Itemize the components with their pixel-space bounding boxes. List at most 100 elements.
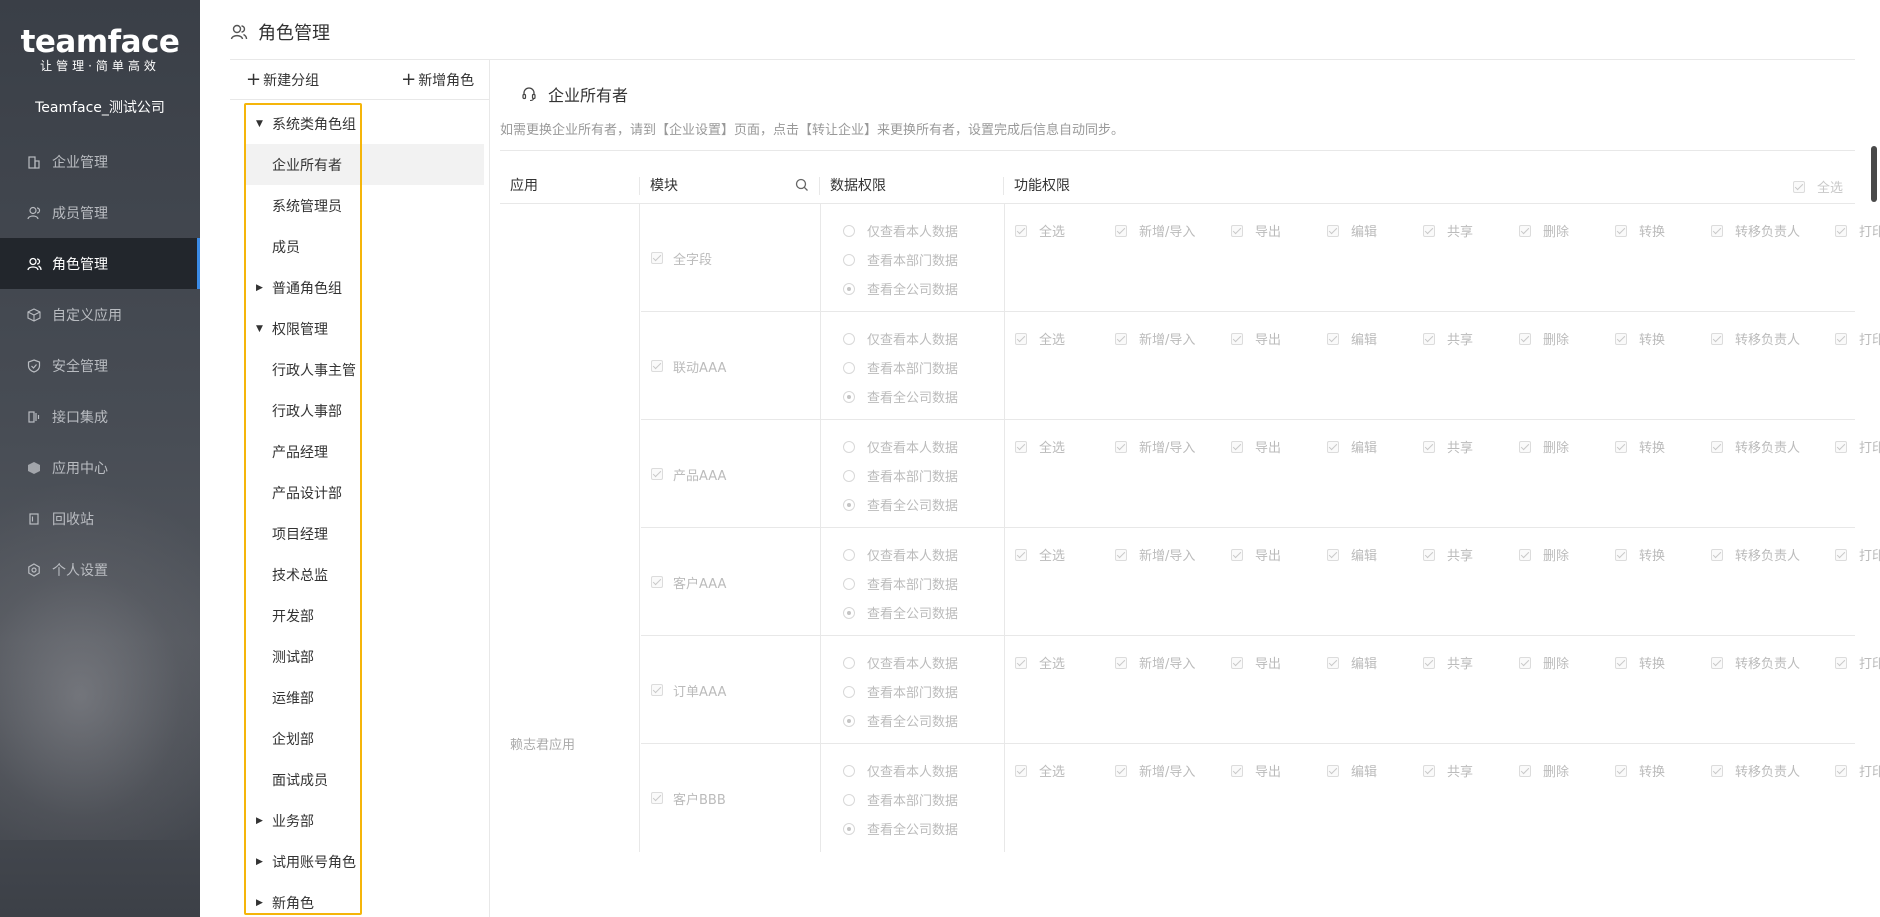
module-checkbox[interactable]	[651, 792, 663, 804]
func-permission-option[interactable]: 导出	[1231, 653, 1305, 672]
data-permission-option[interactable]: 查看本部门数据	[843, 569, 1004, 598]
func-permission-option[interactable]: 打印	[1835, 329, 1880, 348]
checkbox[interactable]	[1835, 764, 1847, 777]
checkbox[interactable]	[1231, 656, 1243, 669]
func-permission-option[interactable]: 导出	[1231, 437, 1305, 456]
new-role-button[interactable]: + 新增角色	[401, 70, 474, 90]
data-permission-option[interactable]: 仅查看本人数据	[843, 432, 1004, 461]
checkbox[interactable]	[1519, 548, 1531, 561]
radio-button[interactable]	[843, 577, 855, 590]
func-permission-option[interactable]: 打印	[1835, 761, 1880, 780]
func-permission-option[interactable]: 转移负责人	[1711, 329, 1813, 348]
checkbox[interactable]	[1615, 656, 1627, 669]
checkbox[interactable]	[1115, 332, 1127, 345]
caret-right-icon[interactable]: ▶	[256, 857, 272, 867]
data-permission-option[interactable]: 仅查看本人数据	[843, 324, 1004, 353]
func-permission-option[interactable]: 共享	[1423, 653, 1497, 672]
checkbox[interactable]	[1615, 332, 1627, 345]
func-permission-option[interactable]: 打印	[1835, 437, 1880, 456]
func-permission-option[interactable]: 打印	[1835, 545, 1880, 564]
caret-down-icon[interactable]: ▼	[256, 324, 272, 334]
tree-role[interactable]: 行政人事主管	[244, 349, 484, 390]
tree-role[interactable]: 产品设计部	[244, 472, 484, 513]
checkbox[interactable]	[1015, 548, 1027, 561]
tree-role[interactable]: 系统管理员	[244, 185, 484, 226]
checkbox[interactable]	[1423, 764, 1435, 777]
radio-button[interactable]	[843, 390, 855, 403]
func-permission-option[interactable]: 导出	[1231, 545, 1305, 564]
func-permission-option[interactable]: 新增/导入	[1115, 221, 1209, 240]
radio-button[interactable]	[843, 548, 855, 561]
select-all-toggle[interactable]: 全选	[1792, 177, 1843, 196]
checkbox[interactable]	[1711, 656, 1723, 669]
checkbox[interactable]	[1423, 332, 1435, 345]
checkbox[interactable]	[1231, 332, 1243, 345]
select-all-checkbox[interactable]	[1792, 180, 1805, 193]
func-permission-option[interactable]: 编辑	[1327, 653, 1401, 672]
func-permission-option[interactable]: 全选	[1015, 329, 1093, 348]
func-permission-option[interactable]: 新增/导入	[1115, 653, 1209, 672]
tree-role[interactable]: 产品经理	[244, 431, 484, 472]
checkbox[interactable]	[1327, 548, 1339, 561]
checkbox[interactable]	[1615, 764, 1627, 777]
sidebar-item-1[interactable]: 成员管理	[0, 187, 200, 238]
checkbox[interactable]	[1835, 224, 1847, 237]
checkbox[interactable]	[1519, 440, 1531, 453]
sidebar-item-2[interactable]: 角色管理	[0, 238, 200, 289]
checkbox[interactable]	[1327, 440, 1339, 453]
tree-role[interactable]: 企划部	[244, 718, 484, 759]
radio-button[interactable]	[843, 440, 855, 453]
func-permission-option[interactable]: 共享	[1423, 437, 1497, 456]
checkbox[interactable]	[1519, 764, 1531, 777]
checkbox[interactable]	[1115, 224, 1127, 237]
sidebar-item-4[interactable]: 安全管理	[0, 340, 200, 391]
radio-button[interactable]	[843, 282, 855, 295]
tree-group[interactable]: ▼ 系统类角色组	[244, 103, 484, 144]
checkbox[interactable]	[1115, 656, 1127, 669]
module-checkbox[interactable]	[651, 252, 663, 264]
checkbox[interactable]	[1231, 548, 1243, 561]
func-permission-option[interactable]: 全选	[1015, 545, 1093, 564]
checkbox[interactable]	[1835, 332, 1847, 345]
checkbox[interactable]	[1711, 440, 1723, 453]
tree-group[interactable]: ▶ 业务部	[244, 800, 484, 841]
sidebar-item-3[interactable]: 自定义应用	[0, 289, 200, 340]
tree-group[interactable]: ▶ 新角色	[244, 882, 484, 917]
checkbox[interactable]	[1615, 548, 1627, 561]
tree-role[interactable]: 行政人事部	[244, 390, 484, 431]
data-permission-option[interactable]: 查看全公司数据	[843, 274, 1004, 303]
func-permission-option[interactable]: 全选	[1015, 761, 1093, 780]
module-checkbox[interactable]	[651, 576, 663, 588]
checkbox[interactable]	[1115, 548, 1127, 561]
checkbox[interactable]	[1423, 656, 1435, 669]
func-permission-option[interactable]: 打印	[1835, 653, 1880, 672]
radio-button[interactable]	[843, 793, 855, 806]
radio-button[interactable]	[843, 361, 855, 374]
func-permission-option[interactable]: 删除	[1519, 653, 1593, 672]
module-checkbox[interactable]	[651, 468, 663, 480]
func-permission-option[interactable]: 编辑	[1327, 221, 1401, 240]
radio-button[interactable]	[843, 498, 855, 511]
checkbox[interactable]	[1327, 224, 1339, 237]
func-permission-option[interactable]: 新增/导入	[1115, 761, 1209, 780]
sidebar-item-7[interactable]: 回收站	[0, 493, 200, 544]
func-permission-option[interactable]: 新增/导入	[1115, 329, 1209, 348]
checkbox[interactable]	[1519, 332, 1531, 345]
checkbox[interactable]	[1711, 332, 1723, 345]
caret-right-icon[interactable]: ▶	[256, 816, 272, 826]
data-permission-option[interactable]: 查看全公司数据	[843, 706, 1004, 735]
tree-role[interactable]: 运维部	[244, 677, 484, 718]
checkbox[interactable]	[1423, 224, 1435, 237]
func-permission-option[interactable]: 导出	[1231, 329, 1305, 348]
checkbox[interactable]	[1835, 548, 1847, 561]
data-permission-option[interactable]: 查看本部门数据	[843, 461, 1004, 490]
new-group-button[interactable]: + 新建分组	[246, 70, 319, 90]
checkbox[interactable]	[1711, 548, 1723, 561]
data-permission-option[interactable]: 查看本部门数据	[843, 785, 1004, 814]
func-permission-option[interactable]: 转换	[1615, 761, 1689, 780]
func-permission-option[interactable]: 新增/导入	[1115, 437, 1209, 456]
func-permission-option[interactable]: 删除	[1519, 221, 1593, 240]
checkbox[interactable]	[1711, 764, 1723, 777]
checkbox[interactable]	[1115, 440, 1127, 453]
func-permission-option[interactable]: 编辑	[1327, 761, 1401, 780]
